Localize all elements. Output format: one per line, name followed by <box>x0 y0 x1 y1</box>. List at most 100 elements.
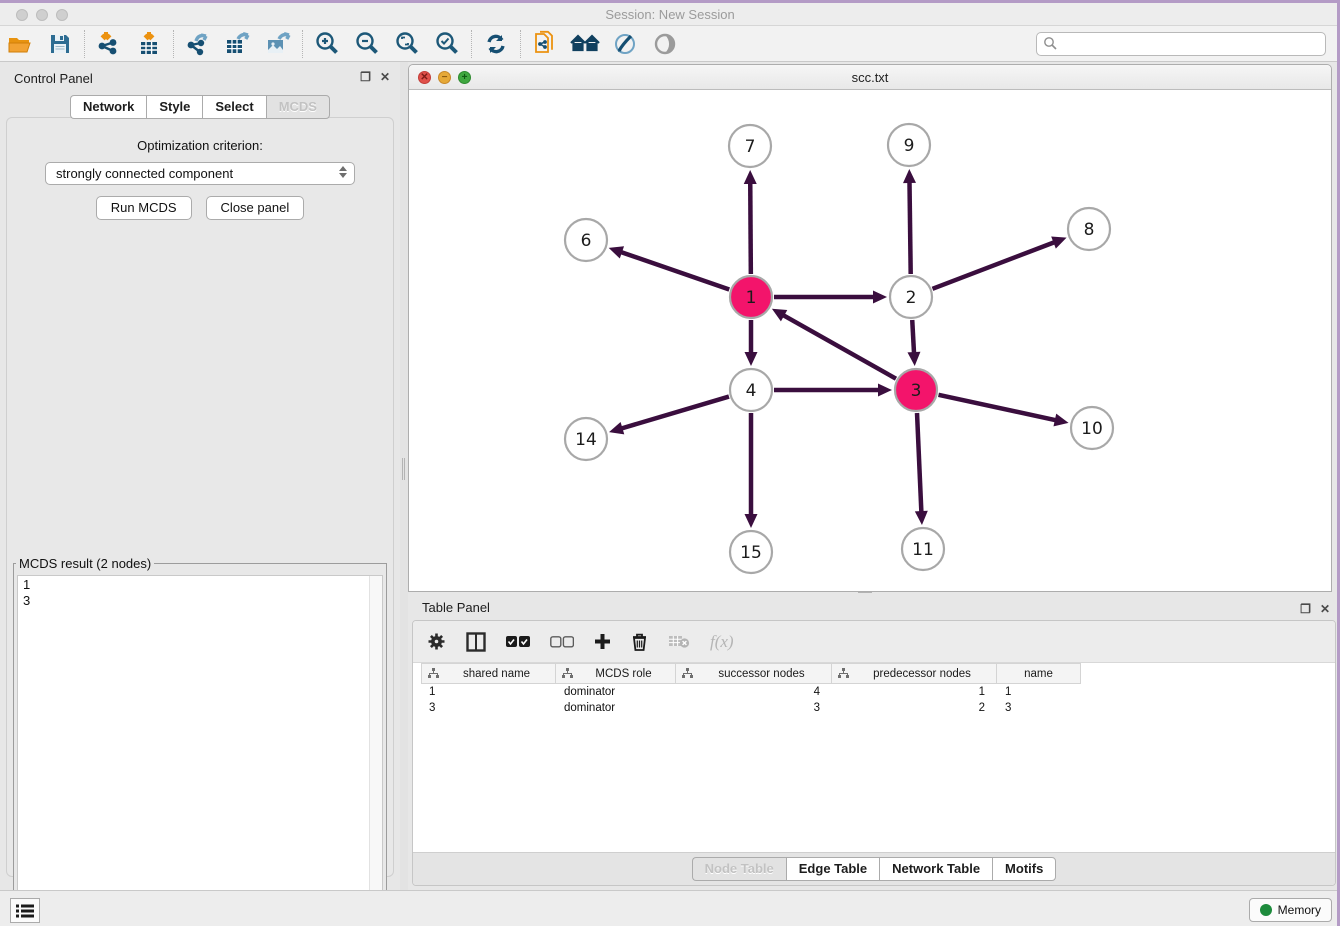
column-header-shared-name[interactable]: shared name <box>421 663 556 684</box>
cell-mcds-role[interactable]: dominator <box>556 684 676 700</box>
create-column-button[interactable] <box>594 633 611 650</box>
node-label-6: 6 <box>581 231 592 251</box>
node-label-3: 3 <box>911 381 922 401</box>
table-body: 1dominator4113dominator323 <box>413 684 1335 852</box>
refresh-icon <box>484 32 508 56</box>
network-view-window: ✕ − + scc.txt 7968124314101511 <box>408 64 1332 592</box>
column-header-predecessor-nodes[interactable]: predecessor nodes <box>832 663 997 684</box>
mcds-panel: Optimization criterion: strongly connect… <box>6 117 394 877</box>
tab-node-table[interactable]: Node Table <box>692 857 786 881</box>
cell-successor-nodes[interactable]: 4 <box>676 684 832 700</box>
select-all-columns-button[interactable] <box>506 636 530 648</box>
mcds-result-line: 3 <box>23 593 377 609</box>
edge-3-11[interactable] <box>917 413 921 513</box>
table-toolbar: f(x) <box>413 621 1335 663</box>
import-table-button[interactable] <box>129 28 169 60</box>
column-header-successor-nodes[interactable]: successor nodes <box>676 663 832 684</box>
export-image-button[interactable] <box>258 28 298 60</box>
edge-2-9[interactable] <box>909 181 910 274</box>
edge-3-10[interactable] <box>938 395 1056 421</box>
tab-network-table[interactable]: Network Table <box>879 857 992 881</box>
zoom-selected-button[interactable] <box>427 28 467 60</box>
table-row[interactable]: 3dominator323 <box>421 700 1335 716</box>
toolbar-separator <box>471 30 472 58</box>
search-input[interactable] <box>1036 32 1326 56</box>
arrowhead-1-7 <box>744 170 757 184</box>
network-window-titlebar[interactable]: ✕ − + scc.txt <box>409 65 1331 90</box>
cell-name[interactable]: 3 <box>997 700 1081 716</box>
new-network-from-selection-button[interactable] <box>525 28 565 60</box>
clear-all-columns-button[interactable] <box>550 636 574 648</box>
tab-style[interactable]: Style <box>146 95 202 119</box>
edge-3-1[interactable] <box>782 315 896 379</box>
tab-motifs[interactable]: Motifs <box>992 857 1056 881</box>
save-session-button[interactable] <box>40 28 80 60</box>
column-browser-button[interactable] <box>466 632 486 652</box>
result-scrollbar[interactable] <box>369 576 382 922</box>
zoom-fit-button[interactable] <box>387 28 427 60</box>
home-icon <box>570 33 600 55</box>
tab-mcds[interactable]: MCDS <box>266 95 330 119</box>
table-tabs-bar: Node TableEdge TableNetwork TableMotifs <box>413 852 1335 885</box>
optimization-criterion-label: Optimization criterion: <box>7 138 393 153</box>
arrowhead-1-6 <box>609 246 624 258</box>
table-row[interactable]: 1dominator411 <box>421 684 1335 700</box>
plus-icon <box>594 633 611 650</box>
style-brush-button[interactable] <box>605 28 645 60</box>
node-label-1: 1 <box>746 288 757 308</box>
cell-predecessor-nodes[interactable]: 1 <box>832 684 997 700</box>
close-panel-button[interactable]: Close panel <box>206 196 305 220</box>
toolbar-separator <box>84 30 85 58</box>
arrowhead-3-10 <box>1053 414 1068 427</box>
tab-edge-table[interactable]: Edge Table <box>786 857 879 881</box>
application-window: Session: New Session <box>0 0 1340 926</box>
export-network-button[interactable] <box>178 28 218 60</box>
cell-predecessor-nodes[interactable]: 2 <box>832 700 997 716</box>
tab-network[interactable]: Network <box>70 95 146 119</box>
home-button[interactable] <box>565 28 605 60</box>
vertical-splitter[interactable] <box>400 62 408 890</box>
cell-successor-nodes[interactable]: 3 <box>676 700 832 716</box>
criterion-select[interactable]: strongly connected component <box>45 162 355 185</box>
gear-icon <box>427 632 446 651</box>
control-panel: Control Panel ❐ ✕ NetworkStyleSelectMCDS… <box>0 62 400 890</box>
edge-2-3[interactable] <box>912 320 914 354</box>
column-header-mcds-role[interactable]: MCDS role <box>556 663 676 684</box>
column-browser-icon <box>466 632 486 652</box>
column-header-name[interactable]: name <box>997 663 1081 684</box>
cell-shared-name[interactable]: 3 <box>421 700 556 716</box>
edge-4-14[interactable] <box>621 397 729 429</box>
task-history-button[interactable] <box>10 898 40 923</box>
edge-2-8[interactable] <box>932 242 1055 289</box>
tab-select[interactable]: Select <box>202 95 265 119</box>
cell-name[interactable]: 1 <box>997 684 1081 700</box>
export-table-button[interactable] <box>218 28 258 60</box>
delete-column-button[interactable] <box>631 632 648 651</box>
zoom-out-button[interactable] <box>347 28 387 60</box>
table-settings-button[interactable] <box>427 632 446 651</box>
memory-button[interactable]: Memory <box>1249 898 1332 922</box>
edge-1-6[interactable] <box>620 252 729 290</box>
zoom-in-button[interactable] <box>307 28 347 60</box>
mcds-result-text[interactable]: 13 <box>17 575 383 923</box>
network-canvas[interactable]: 7968124314101511 <box>409 90 1331 591</box>
import-network-button[interactable] <box>89 28 129 60</box>
edge-1-7[interactable] <box>750 182 751 274</box>
open-file-button[interactable] <box>0 28 40 60</box>
apply-layout-button[interactable] <box>476 28 516 60</box>
column-namespace-icon <box>682 668 693 679</box>
hide-selected-button[interactable] <box>645 28 685 60</box>
run-mcds-button[interactable]: Run MCDS <box>96 196 192 220</box>
cell-mcds-role[interactable]: dominator <box>556 700 676 716</box>
zoom-out-icon <box>354 31 380 57</box>
memory-label: Memory <box>1278 903 1321 917</box>
table-panel-close-icon[interactable]: ✕ <box>1320 602 1330 616</box>
export-image-icon <box>264 31 292 57</box>
cell-shared-name[interactable]: 1 <box>421 684 556 700</box>
table-panel-float-icon[interactable]: ❐ <box>1300 602 1311 616</box>
network-graph[interactable]: 7968124314101511 <box>409 90 1331 591</box>
control-panel-float-icon[interactable]: ❐ <box>360 70 371 84</box>
mcds-result-group: MCDS result (2 nodes) 13 <box>13 556 387 926</box>
control-panel-close-icon[interactable]: ✕ <box>380 70 390 84</box>
main-toolbar <box>0 26 1340 62</box>
